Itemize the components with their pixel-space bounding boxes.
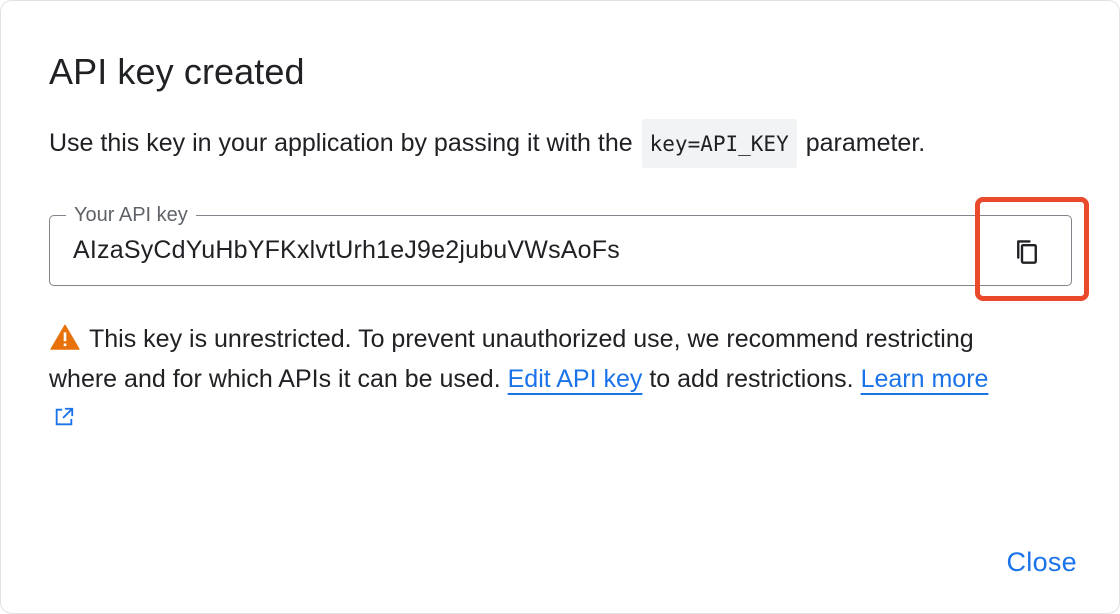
copy-icon: [1017, 240, 1037, 264]
api-key-dialog: API key created Use this key in your app…: [0, 0, 1120, 614]
copy-api-key-button[interactable]: [1007, 232, 1047, 272]
api-key-field-label: Your API key: [66, 201, 196, 229]
description-text-before: Use this key in your application by pass…: [49, 129, 633, 157]
unrestricted-warning: This key is unrestricted. To prevent una…: [49, 319, 1009, 439]
dialog-description: Use this key in your application by pass…: [49, 119, 925, 168]
api-key-param-code: key=API_KEY: [641, 119, 797, 168]
close-button[interactable]: Close: [1006, 547, 1077, 578]
description-text-after: parameter.: [805, 129, 926, 157]
api-key-value[interactable]: AIzaSyCdYuHbYFKxlvtUrh1eJ9e2jubuVWsAoFs: [73, 236, 620, 265]
warning-text-part2: to add restrictions.: [649, 365, 854, 393]
learn-more-label: Learn more: [860, 365, 989, 393]
api-key-field[interactable]: Your API key AIzaSyCdYuHbYFKxlvtUrh1eJ9e…: [49, 201, 1072, 286]
external-link-icon: [55, 407, 74, 426]
warning-icon: [50, 324, 80, 350]
edit-api-key-link[interactable]: Edit API key: [508, 365, 643, 393]
dialog-title: API key created: [49, 51, 305, 92]
